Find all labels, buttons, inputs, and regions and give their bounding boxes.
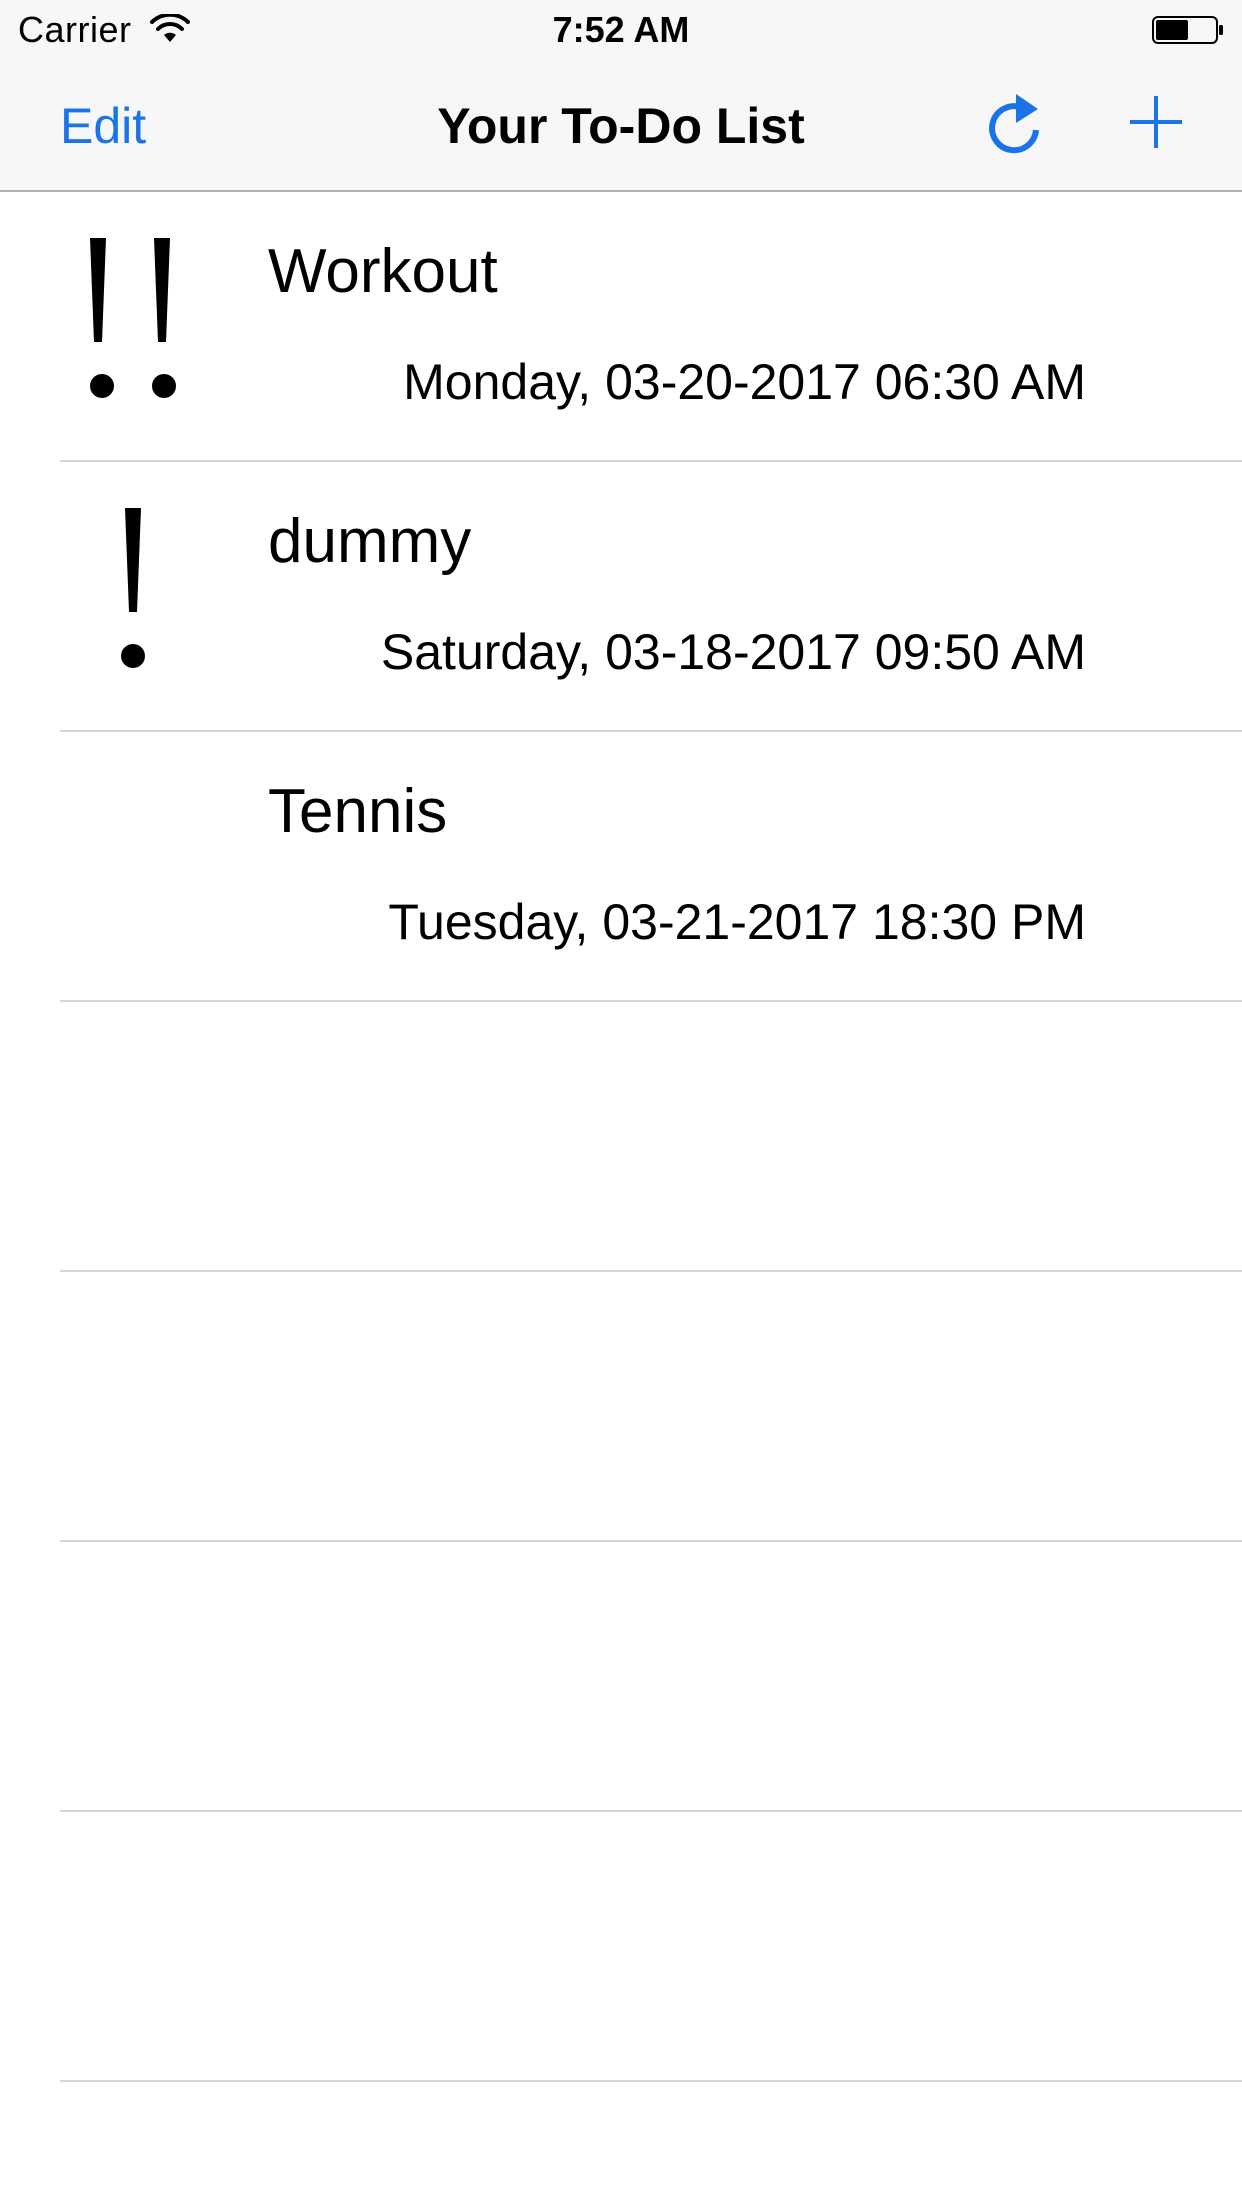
empty-row xyxy=(60,1272,1242,1542)
navigation-bar: Edit Your To-Do List xyxy=(0,60,1242,192)
todo-date: Saturday, 03-18-2017 09:50 AM xyxy=(380,624,1086,680)
status-bar: Carrier 7:52 AM xyxy=(0,0,1242,60)
todo-date: Tuesday, 03-21-2017 18:30 PM xyxy=(388,894,1086,950)
page-title: Your To-Do List xyxy=(437,98,805,154)
table-row[interactable]: dummy Saturday, 03-18-2017 09:50 AM xyxy=(60,462,1242,732)
empty-row xyxy=(60,1812,1242,2082)
empty-row xyxy=(60,1542,1242,1812)
todo-table: Workout Monday, 03-20-2017 06:30 AM dumm… xyxy=(0,192,1242,2082)
table-row[interactable]: Workout Monday, 03-20-2017 06:30 AM xyxy=(60,192,1242,462)
todo-title: dummy xyxy=(268,507,472,576)
double-exclamation-icon xyxy=(90,238,176,398)
table-row[interactable]: Tennis Tuesday, 03-21-2017 18:30 PM xyxy=(60,732,1242,1002)
todo-title: Workout xyxy=(268,237,498,306)
refresh-icon[interactable] xyxy=(980,90,1050,162)
plus-icon[interactable] xyxy=(1128,94,1184,150)
empty-row xyxy=(60,1002,1242,1272)
todo-date: Monday, 03-20-2017 06:30 AM xyxy=(403,354,1086,410)
battery-icon xyxy=(1152,16,1223,44)
todo-title: Tennis xyxy=(268,777,448,846)
clock: 7:52 AM xyxy=(552,9,690,50)
exclamation-icon xyxy=(121,508,145,668)
